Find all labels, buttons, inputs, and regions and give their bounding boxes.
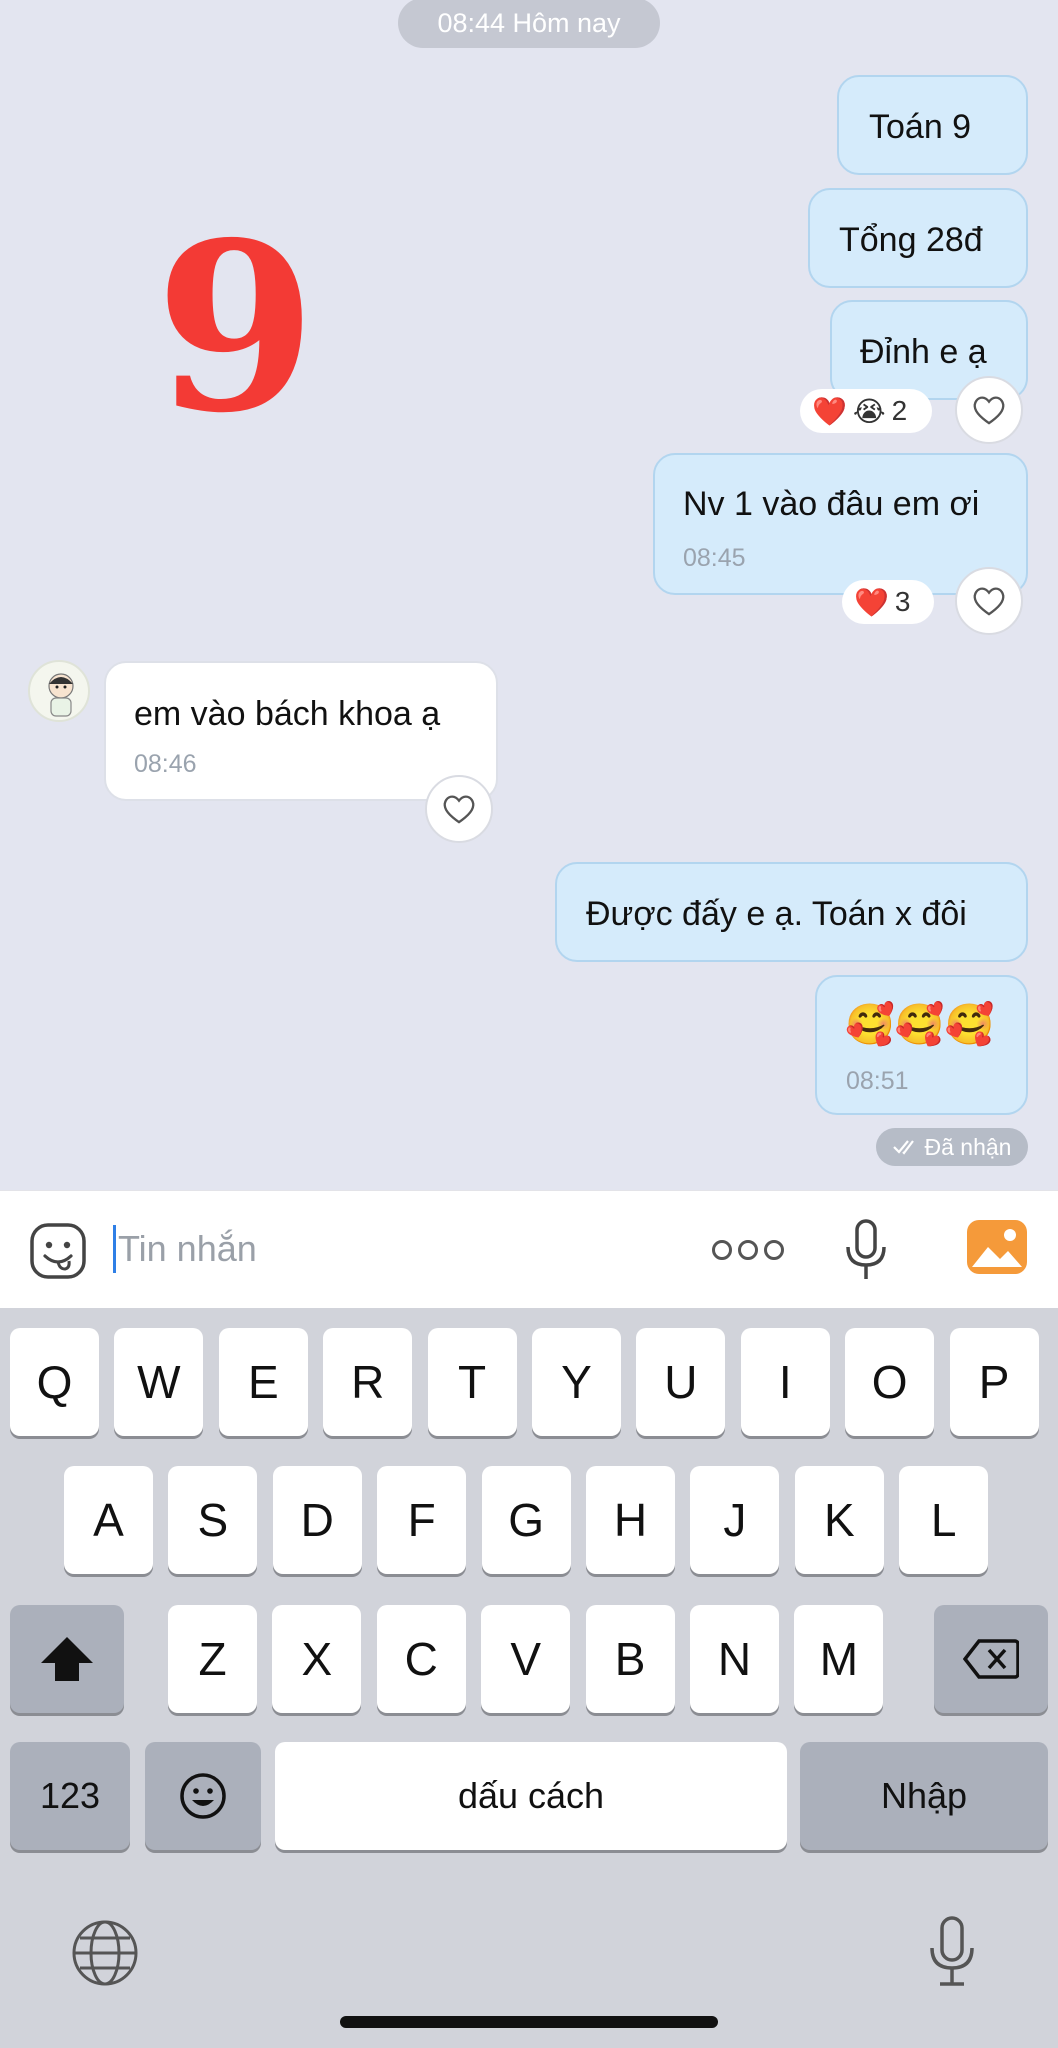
chat-area: 08:44 Hôm nay 9 Toán 9 Tổng 28đ Đỉnh e ạ… — [0, 0, 1058, 1190]
microphone-icon — [846, 1219, 886, 1279]
dot-icon — [764, 1240, 784, 1260]
message-bubble-toan-9[interactable]: Toán 9 — [837, 75, 1028, 175]
key-a[interactable]: A — [64, 1466, 153, 1574]
heart-reaction-icon: ❤️ — [854, 586, 889, 618]
on-screen-keyboard: QWERTYUIOP ASDFGHJKL ZXCVBNM 123 dấu các… — [0, 1308, 1058, 2048]
more-options-button[interactable] — [712, 1235, 784, 1265]
message-bubble-emojis[interactable]: 🥰🥰🥰 08:51 — [815, 975, 1028, 1115]
text-cursor — [113, 1225, 116, 1273]
image-icon — [967, 1220, 1027, 1274]
key-e[interactable]: E — [218, 1328, 308, 1436]
sticker-face-icon — [30, 1223, 86, 1279]
key-k[interactable]: K — [794, 1466, 884, 1574]
message-time: 08:51 — [846, 1067, 909, 1095]
double-check-icon — [892, 1140, 914, 1155]
key-x[interactable]: X — [272, 1605, 362, 1713]
reaction-count: 3 — [894, 586, 911, 617]
heart-outline-icon — [443, 795, 475, 824]
crying-reaction-icon: 😭 — [852, 395, 886, 427]
react-heart-button[interactable] — [955, 376, 1023, 444]
key-d[interactable]: D — [272, 1466, 362, 1574]
key-y[interactable]: Y — [532, 1328, 621, 1436]
key-b[interactable]: B — [585, 1605, 675, 1713]
return-key[interactable]: Nhập — [800, 1742, 1048, 1850]
emoji-key[interactable] — [145, 1742, 261, 1850]
reaction-count: 2 — [891, 395, 908, 426]
key-m[interactable]: M — [794, 1605, 884, 1713]
key-v[interactable]: V — [481, 1605, 571, 1713]
reaction-summary[interactable]: ❤️ 3 — [842, 580, 934, 624]
backspace-key[interactable] — [934, 1605, 1048, 1713]
message-text: Toán 9 — [869, 108, 972, 146]
message-text: Tổng 28đ — [839, 221, 983, 259]
microphone-icon — [930, 1916, 974, 1986]
react-heart-button[interactable] — [425, 775, 493, 843]
message-text: 🥰🥰🥰 — [845, 1003, 995, 1047]
key-n[interactable]: N — [690, 1605, 779, 1713]
message-time: 08:46 — [134, 750, 197, 778]
key-r[interactable]: R — [323, 1328, 413, 1436]
sticker-button[interactable] — [28, 1221, 88, 1281]
key-i[interactable]: I — [740, 1328, 830, 1436]
message-text: Được đấy e ạ. Toán x đôi — [586, 895, 967, 933]
message-time: 08:45 — [683, 544, 746, 572]
heart-outline-icon — [973, 396, 1005, 425]
backspace-icon — [963, 1639, 1019, 1679]
key-s[interactable]: S — [168, 1466, 258, 1574]
key-w[interactable]: W — [114, 1328, 204, 1436]
key-q[interactable]: Q — [10, 1328, 99, 1436]
avatar-cartoon-icon — [48, 673, 74, 717]
message-text: Nv 1 vào đâu em ơi — [683, 485, 980, 523]
dot-icon — [712, 1240, 732, 1260]
photo-gallery-button[interactable] — [966, 1219, 1028, 1275]
home-indicator — [340, 2016, 718, 2028]
message-input[interactable] — [118, 1221, 638, 1277]
message-text: Đỉnh e ạ — [860, 333, 987, 371]
message-bubble-tong-28d[interactable]: Tổng 28đ — [808, 188, 1028, 288]
dot-icon — [738, 1240, 758, 1260]
globe-icon — [72, 1920, 138, 1986]
key-l[interactable]: L — [899, 1466, 989, 1574]
overlay-number: 9 — [155, 191, 317, 464]
reaction-summary[interactable]: ❤️ 😭 2 — [800, 389, 932, 433]
react-heart-button[interactable] — [955, 567, 1023, 635]
heart-reaction-icon: ❤️ — [812, 395, 847, 427]
delivery-status-badge: Đã nhận — [876, 1128, 1028, 1166]
delivery-status-text: Đã nhận — [924, 1133, 1012, 1160]
key-j[interactable]: J — [690, 1466, 780, 1574]
heart-outline-icon — [973, 587, 1005, 616]
key-u[interactable]: U — [636, 1328, 726, 1436]
shift-key[interactable] — [10, 1605, 124, 1713]
dictation-button[interactable] — [926, 1914, 978, 1990]
key-p[interactable]: P — [949, 1328, 1039, 1436]
contact-avatar[interactable] — [28, 660, 90, 722]
numbers-key[interactable]: 123 — [10, 1742, 130, 1850]
key-o[interactable]: O — [845, 1328, 935, 1436]
message-input-bar — [0, 1190, 1058, 1308]
globe-button[interactable] — [70, 1918, 140, 1988]
date-separator: 08:44 Hôm nay — [398, 0, 660, 48]
key-c[interactable]: C — [376, 1605, 466, 1713]
shift-arrow-icon — [41, 1637, 93, 1681]
emoji-icon — [180, 1773, 226, 1819]
message-bubble-duoc-day[interactable]: Được đấy e ạ. Toán x đôi — [555, 862, 1028, 962]
key-z[interactable]: Z — [168, 1605, 257, 1713]
key-f[interactable]: F — [377, 1466, 467, 1574]
voice-record-button[interactable] — [840, 1217, 892, 1283]
key-t[interactable]: T — [427, 1328, 517, 1436]
message-text: em vào bách khoa ạ — [134, 695, 441, 733]
space-key[interactable]: dấu cách — [275, 1742, 787, 1850]
key-h[interactable]: H — [586, 1466, 675, 1574]
key-g[interactable]: G — [481, 1466, 571, 1574]
